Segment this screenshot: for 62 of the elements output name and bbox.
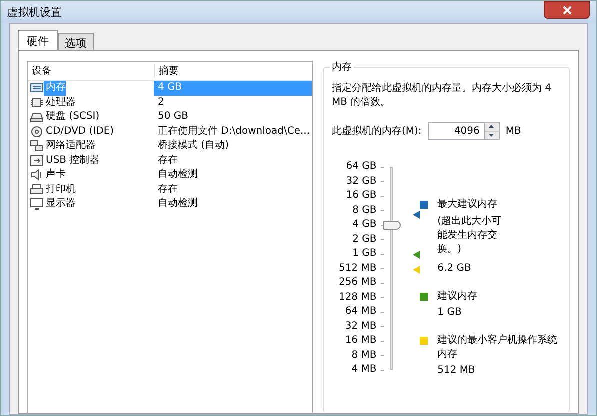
printer-icon (30, 184, 44, 196)
device-summary[interactable]: 存在 (154, 182, 312, 197)
device-name[interactable]: 显示器 (44, 197, 76, 212)
display-icon (30, 198, 44, 210)
tab[interactable]: 硬件 (18, 30, 58, 50)
tick-label: 64 GB (346, 160, 377, 174)
tick-label: 16 MB (345, 334, 377, 348)
cd-icon (30, 126, 44, 138)
device-name[interactable]: CD/DVD (IDE) (44, 124, 114, 139)
tick-label: 8 GB (352, 204, 377, 218)
device-summary[interactable]: 桥接模式 (自动) (154, 139, 312, 154)
increment-button[interactable] (484, 123, 499, 130)
tick-label: 16 GB (346, 189, 377, 203)
legend-value: 6.2 GB (438, 262, 472, 276)
group-title: 内存 (330, 60, 354, 74)
network-icon (30, 140, 44, 152)
device-name[interactable]: 处理器 (44, 96, 76, 110)
description-text: 指定分配给此虚拟机的内存量。内存大小必须为 4 MB 的倍数。 (332, 82, 553, 110)
tick-label: 4 GB (352, 218, 377, 232)
legend-value: 1 GB (438, 306, 463, 320)
close-icon (562, 6, 572, 14)
tick-label: 4 MB (352, 363, 377, 377)
tick-label: 128 MB (338, 290, 377, 304)
device-name[interactable]: 声卡 (44, 168, 66, 182)
usb-icon (30, 154, 44, 167)
device-summary[interactable]: 自动检测 (154, 197, 312, 212)
tick-label: 256 MB (338, 276, 377, 290)
sound-icon (30, 169, 44, 182)
unit-label: MB (506, 126, 522, 136)
tick-label: 1 GB (352, 247, 377, 261)
tick-label: 32 MB (345, 320, 377, 334)
slider-thumb[interactable] (383, 220, 402, 230)
tab[interactable]: 选项 (58, 33, 94, 50)
tick-label: 2 GB (352, 232, 377, 246)
up-arrow-icon (489, 125, 494, 128)
column-header[interactable]: 摘要 (154, 64, 312, 78)
legend-note: (超出此大小可能发生内存交换。) (438, 215, 503, 257)
cpu-icon (30, 96, 44, 109)
device-summary[interactable]: 存在 (154, 154, 312, 168)
tick-label: 512 MB (338, 262, 377, 276)
close-button[interactable] (544, 1, 590, 19)
tick-label: 8 MB (352, 348, 377, 362)
legend-title: 建议的最小客户机操作系统内存 (438, 334, 559, 362)
memory-icon (30, 82, 44, 94)
device-name[interactable]: 打印机 (44, 182, 76, 197)
down-arrow-icon (489, 134, 494, 137)
device-summary[interactable]: 2 (154, 96, 312, 110)
device-summary[interactable]: 正在使用文件 D:\download\Ce... (154, 124, 312, 139)
device-name[interactable]: USB 控制器 (44, 154, 100, 168)
tick-label: 64 MB (345, 305, 377, 319)
memory-label: 此虚拟机的内存(M): (332, 124, 422, 138)
device-name[interactable]: 网络适配器 (44, 139, 96, 154)
device-name[interactable]: 硬盘 (SCSI) (44, 110, 100, 124)
legend-value: 512 MB (438, 364, 476, 378)
window-title: 虚拟机设置 (7, 4, 62, 20)
device-summary[interactable]: 50 GB (154, 110, 312, 124)
tick-label: 32 GB (346, 174, 377, 188)
legend-title: 建议内存 (438, 290, 479, 304)
legend-title: 最大建议内存 (438, 198, 499, 212)
column-header[interactable]: 设备 (28, 64, 154, 78)
device-summary[interactable]: 自动检测 (154, 168, 312, 182)
memory-field[interactable]: 4096 (428, 122, 484, 140)
